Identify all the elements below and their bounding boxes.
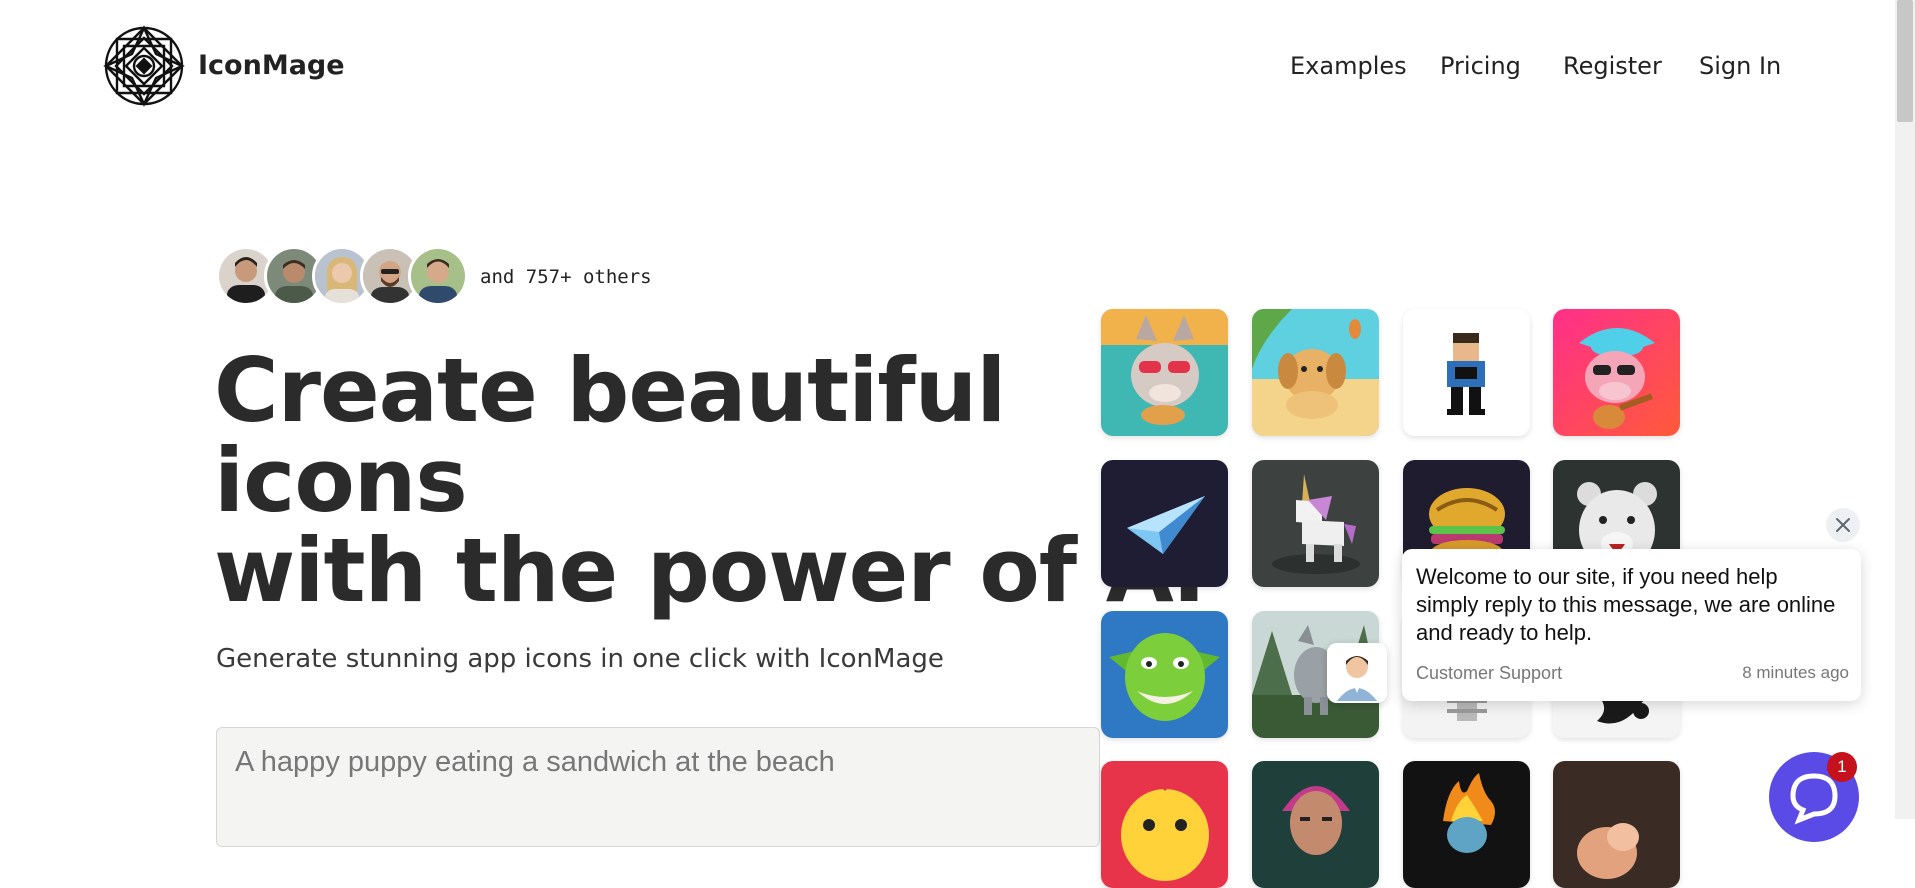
prompt-input[interactable]: A happy puppy eating a sandwich at the b… (216, 727, 1100, 847)
chat-message-card[interactable]: Welcome to our site, if you need help si… (1402, 549, 1861, 701)
unread-badge: 1 (1827, 752, 1857, 782)
chat-close-button[interactable] (1826, 508, 1860, 542)
paper-plane-icon[interactable] (1101, 460, 1228, 587)
hero-subtitle: Generate stunning app icons in one click… (216, 644, 944, 674)
scrollbar-thumb[interactable] (1897, 0, 1913, 122)
goblin-icon[interactable] (1101, 611, 1228, 738)
social-proof-text: and 757+ others (480, 266, 652, 288)
page-title: Create beautiful icons with the power of… (214, 346, 1206, 616)
support-agent-avatar (1327, 643, 1387, 703)
pixel-person-icon[interactable] (1403, 309, 1530, 436)
chat-message: Welcome to our site, if you need help si… (1416, 564, 1836, 645)
lemon-face-icon[interactable] (1101, 761, 1228, 888)
chat-sender: Customer Support (1416, 663, 1563, 683)
nav-examples[interactable]: Examples (1290, 52, 1407, 80)
chat-timestamp: 8 minutes ago (1742, 663, 1849, 682)
headline-line: with the power of AI (214, 519, 1206, 622)
portrait-icon[interactable] (1252, 761, 1379, 888)
nav-pricing[interactable]: Pricing (1440, 52, 1521, 80)
brand-name[interactable]: IconMage (198, 50, 345, 81)
nav-register[interactable]: Register (1563, 52, 1662, 80)
puppy-beach-icon[interactable] (1252, 309, 1379, 436)
cow-guitar-icon[interactable] (1553, 309, 1680, 436)
unicorn-icon[interactable] (1252, 460, 1379, 587)
headline-line: Create beautiful (214, 339, 1006, 442)
avatar (408, 246, 468, 306)
brand-logo-icon[interactable] (102, 24, 186, 108)
headline-line: icons (214, 429, 468, 532)
scrollbar-track[interactable] (1895, 0, 1915, 819)
wolf-sunglasses-icon[interactable] (1101, 309, 1228, 436)
peach-icon[interactable] (1553, 761, 1680, 888)
close-icon (1836, 518, 1850, 532)
fire-skull-icon[interactable] (1403, 761, 1530, 888)
nav-sign-in[interactable]: Sign In (1699, 52, 1781, 80)
